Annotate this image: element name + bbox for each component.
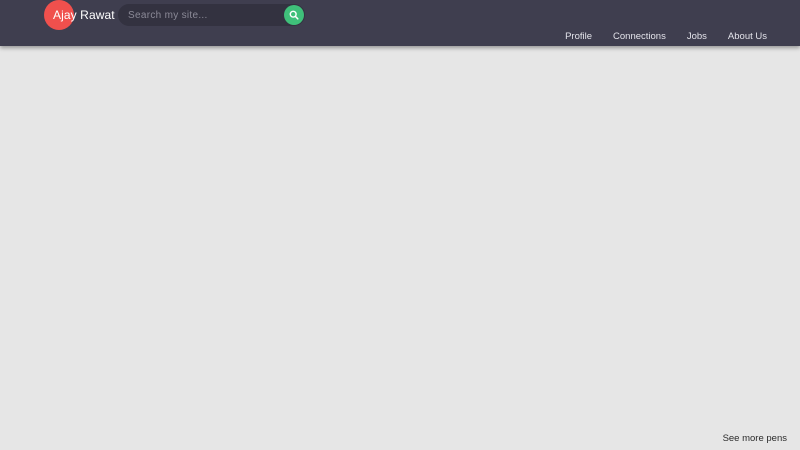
search-input[interactable]	[118, 4, 283, 26]
main-nav: Profile Connections Jobs About Us	[544, 30, 767, 44]
search-icon	[289, 10, 299, 20]
top-navbar: Ajay Rawat Profile Connections Jobs Abou…	[0, 0, 800, 46]
nav-link-profile[interactable]: Profile	[565, 30, 592, 44]
brand-name: Ajay Rawat	[53, 8, 115, 22]
nav-link-connections[interactable]: Connections	[613, 30, 666, 44]
nav-link-jobs[interactable]: Jobs	[687, 30, 707, 44]
see-more-pens-link[interactable]: See more pens	[723, 433, 787, 444]
search-button[interactable]	[284, 5, 304, 25]
brand-logo-link[interactable]: Ajay Rawat	[44, 0, 115, 30]
nav-link-about-us[interactable]: About Us	[728, 30, 767, 44]
search-bar	[118, 4, 305, 26]
